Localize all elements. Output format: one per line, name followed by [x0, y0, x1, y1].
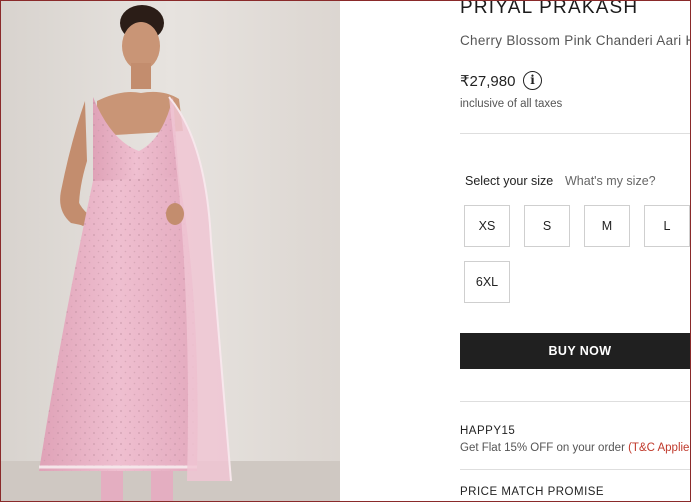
size-label: Select your size [465, 174, 554, 188]
divider [460, 401, 691, 402]
offer-code: HAPPY15 [460, 425, 516, 437]
info-icon[interactable]: i [523, 71, 542, 90]
size-option-6xl[interactable]: 6XL [464, 261, 510, 303]
tax-note: inclusive of all taxes [460, 98, 563, 110]
size-option-xs[interactable]: XS [464, 205, 510, 247]
product-price: ₹27,980 [460, 73, 516, 90]
terms-link[interactable]: (T&C Applied [628, 442, 691, 454]
divider [460, 469, 691, 470]
size-guide-link[interactable]: What's my size? [565, 174, 656, 188]
offer-text: Get Flat 15% OFF on your order (T&C Appl… [460, 442, 691, 454]
buy-now-button[interactable]: BUY NOW [460, 333, 691, 369]
model-in-pink-anarkali-illustration [1, 1, 340, 501]
product-title: Cherry Blossom Pink Chanderi Aari Ho [460, 33, 691, 48]
brand-name[interactable]: PRIYAL PRAKASH [460, 0, 638, 19]
size-option-m[interactable]: M [584, 205, 630, 247]
product-image[interactable] [1, 1, 340, 501]
offer-description: Get Flat 15% OFF on your order [460, 442, 629, 454]
divider [460, 133, 691, 134]
product-details-panel: PRIYAL PRAKASH Cherry Blossom Pink Chand… [340, 0, 691, 502]
size-option-l[interactable]: L [644, 205, 690, 247]
price-match-title[interactable]: PRICE MATCH PROMISE [460, 486, 604, 498]
size-option-s[interactable]: S [524, 205, 570, 247]
